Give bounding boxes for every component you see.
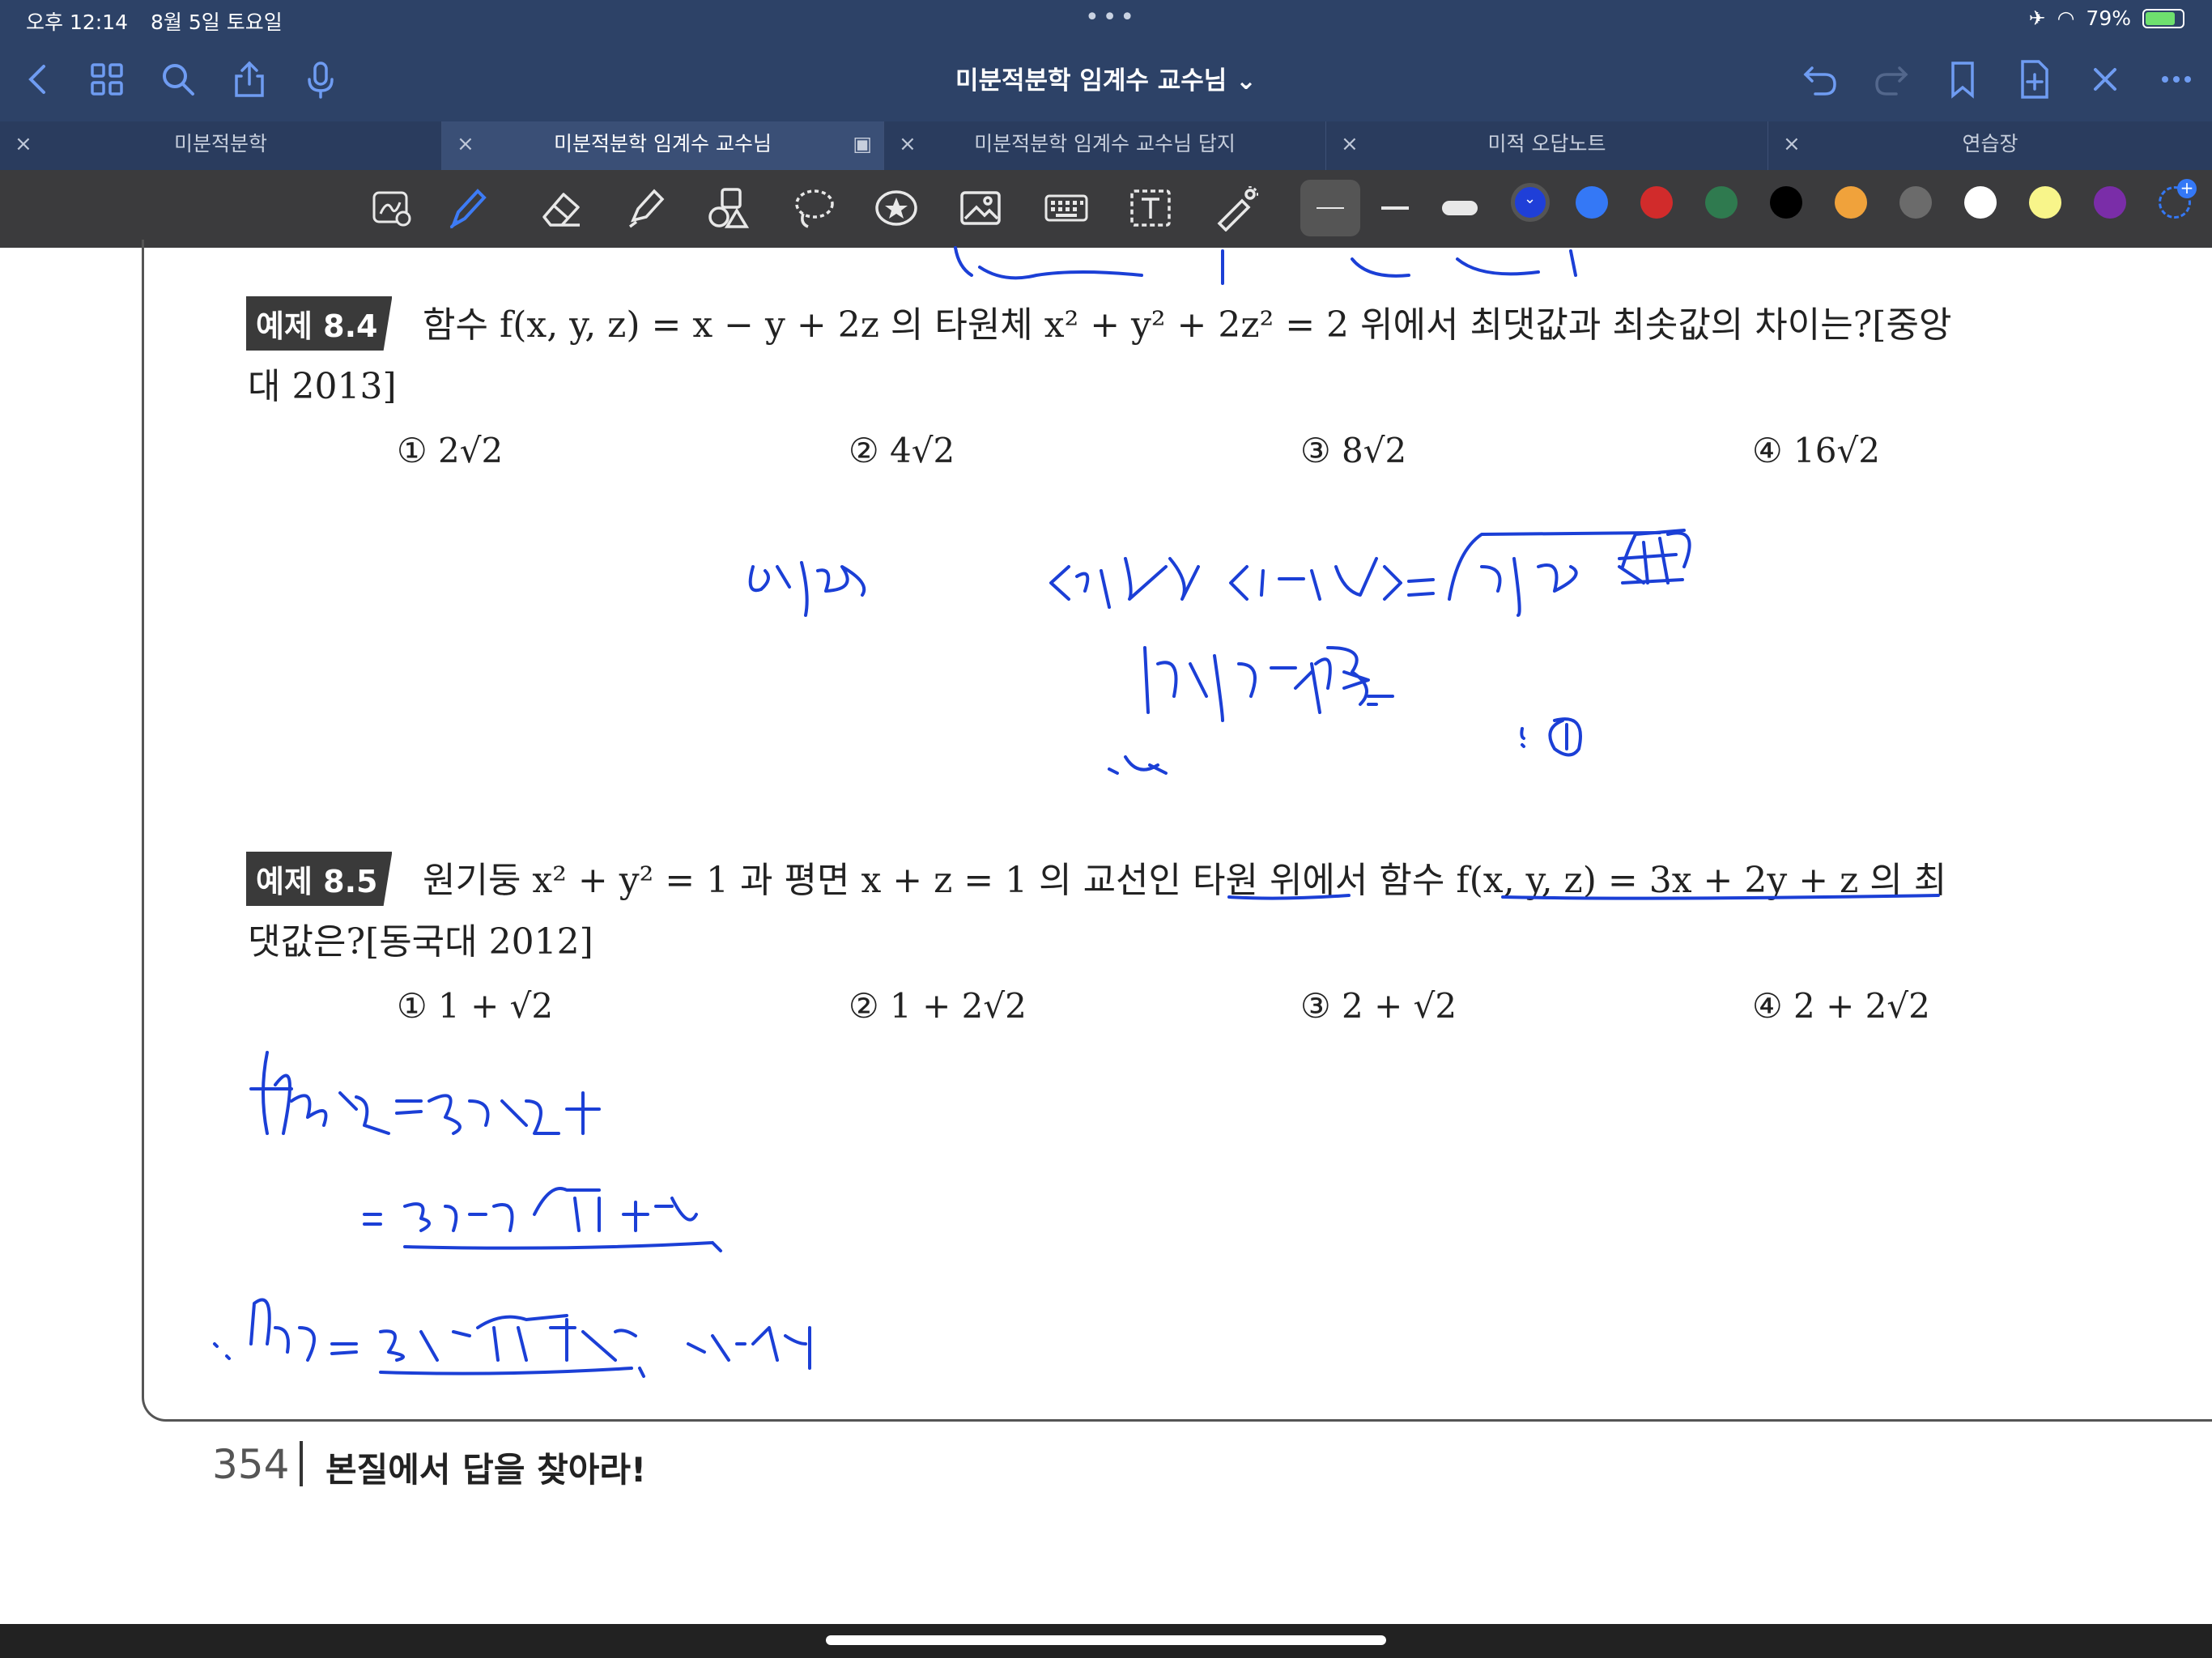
choice-8-4-4: ④ 16√2 xyxy=(1752,431,1880,470)
tab-label: 미분적분학 임계수 교수님 답지 xyxy=(974,132,1236,155)
document-page[interactable]: 예제 8.4 함수 f(x, y, z) = x − y + 2z 의 타원체 … xyxy=(0,240,2212,1624)
color-swatch-orange[interactable] xyxy=(1835,186,1867,219)
document-tabs: × 미분적분학 × 미분적분학 임계수 교수님 ▣ × 미분적분학 임계수 교수님 답지… xyxy=(0,121,2212,170)
text-box-icon[interactable] xyxy=(1127,185,1174,232)
footer-slogan: 본질에서 답을 찾아라! xyxy=(325,1450,647,1490)
choice-8-4-3: ③ 8√2 xyxy=(1300,431,1407,470)
wifi-icon: ◠ xyxy=(2057,6,2075,30)
close-tab-icon[interactable]: × xyxy=(899,121,917,167)
color-swatch-blue-dark[interactable]: ⌄ xyxy=(1511,183,1550,222)
problem-8-4-line-2: 대 2013] xyxy=(248,366,397,407)
more-icon[interactable] xyxy=(2154,57,2199,102)
eraser-icon[interactable] xyxy=(538,185,585,232)
pen-icon[interactable] xyxy=(444,185,491,232)
image-icon[interactable] xyxy=(957,185,1004,232)
footer-divider xyxy=(300,1441,303,1486)
undo-icon[interactable] xyxy=(1797,57,1843,102)
color-swatch-white[interactable] xyxy=(1964,186,1997,219)
problem-8-5-line-1: 원기둥 x² + y² = 1 과 평면 x + z = 1 의 교선인 타원 … xyxy=(423,860,1947,901)
color-swatch-red[interactable] xyxy=(1640,186,1673,219)
sticker-icon[interactable] xyxy=(873,185,920,232)
choice-8-4-1: ① 2√2 xyxy=(397,431,504,470)
add-color-button[interactable]: + xyxy=(2159,179,2197,219)
highlighter-icon[interactable] xyxy=(622,185,669,232)
battery-icon xyxy=(2142,8,2184,28)
tab-label: 연습장 xyxy=(1962,132,2018,155)
choice-8-5-1: ① 1 + √2 xyxy=(397,986,554,1026)
problem-8-5-line-2: 댓값은?[동국대 2012] xyxy=(248,921,593,963)
example-label-8-4: 예제 8.4 xyxy=(246,296,393,351)
lasso-icon[interactable] xyxy=(790,185,837,232)
page-frame xyxy=(142,240,2212,1422)
drawing-toolbar xyxy=(0,170,2212,248)
example-label-8-5: 예제 8.5 xyxy=(246,852,393,906)
close-tab-icon[interactable]: × xyxy=(457,121,474,167)
tab-label: 미적 오답노트 xyxy=(1487,132,1606,155)
stroke-medium-icon xyxy=(1381,206,1409,210)
stroke-thick-icon xyxy=(1442,201,1478,215)
page-footer: 354 본질에서 답을 찾아라! xyxy=(212,1441,646,1490)
color-swatch-purple[interactable] xyxy=(2094,186,2126,219)
color-swatch-yellow[interactable] xyxy=(2029,186,2061,219)
chevron-down-icon: ⌄ xyxy=(1524,190,1537,207)
split-view-icon[interactable]: ▣ xyxy=(853,121,872,167)
choice-8-5-4: ④ 2 + 2√2 xyxy=(1752,986,1930,1026)
nav-bar: 미분적분학 임계수 교수님 ⌄ xyxy=(0,39,2212,121)
close-tab-icon[interactable]: × xyxy=(15,121,32,167)
stroke-thin-button[interactable] xyxy=(1300,180,1360,236)
color-swatch-gray[interactable] xyxy=(1899,186,1932,219)
multitask-dots-icon[interactable]: ••• xyxy=(1085,3,1138,32)
stroke-medium-button[interactable] xyxy=(1365,180,1425,236)
close-toolbar-icon[interactable] xyxy=(2082,57,2128,102)
choice-8-5-3: ③ 2 + √2 xyxy=(1300,986,1457,1026)
tab-document-2[interactable]: × 미분적분학 임계수 교수님 ▣ xyxy=(442,121,884,170)
laser-pointer-icon[interactable] xyxy=(1213,185,1260,232)
tab-label: 미분적분학 임계수 교수님 xyxy=(554,132,772,155)
close-tab-icon[interactable]: × xyxy=(1341,121,1359,167)
close-tab-icon[interactable]: × xyxy=(1783,121,1801,167)
battery-level: 79% xyxy=(2086,6,2131,30)
plus-icon: + xyxy=(2177,179,2197,198)
stroke-thick-button[interactable] xyxy=(1430,180,1490,236)
top-bar: 오후 12:14 8월 5일 토요일 ••• ✈ ◠ 79% 미분적분학 임계수… xyxy=(0,0,2212,121)
add-page-icon[interactable] xyxy=(2011,57,2057,102)
tab-document-4[interactable]: × 미적 오답노트 xyxy=(1326,121,1768,170)
keyboard-icon[interactable] xyxy=(1043,185,1090,232)
status-time: 오후 12:14 xyxy=(26,11,128,34)
choice-8-5-2: ② 1 + 2√2 xyxy=(849,986,1027,1026)
tab-label: 미분적분학 xyxy=(173,132,267,155)
status-date: 8월 5일 토요일 xyxy=(151,11,283,34)
shapes-icon[interactable] xyxy=(704,185,751,232)
zoom-box-icon[interactable] xyxy=(369,185,416,232)
redo-icon[interactable] xyxy=(1869,57,1914,102)
airplane-icon: ✈ xyxy=(2028,6,2046,30)
tab-document-3[interactable]: × 미분적분학 임계수 교수님 답지 xyxy=(884,121,1326,170)
choice-8-4-2: ② 4√2 xyxy=(849,431,955,470)
status-bar: 오후 12:14 8월 5일 토요일 ••• ✈ ◠ 79% xyxy=(0,0,2212,39)
stroke-thin-icon xyxy=(1317,207,1344,209)
color-swatch-blue[interactable] xyxy=(1576,186,1608,219)
page-number: 354 xyxy=(212,1441,290,1488)
bookmark-icon[interactable] xyxy=(1940,57,1985,102)
color-swatch-green[interactable] xyxy=(1705,186,1738,219)
color-swatch-black[interactable] xyxy=(1770,186,1802,219)
tab-document-5[interactable]: × 연습장 xyxy=(1768,121,2212,170)
home-indicator[interactable] xyxy=(826,1635,1386,1645)
problem-8-4-line-1: 함수 f(x, y, z) = x − y + 2z 의 타원체 x² + y²… xyxy=(423,304,1952,346)
tab-document-1[interactable]: × 미분적분학 xyxy=(0,121,442,170)
